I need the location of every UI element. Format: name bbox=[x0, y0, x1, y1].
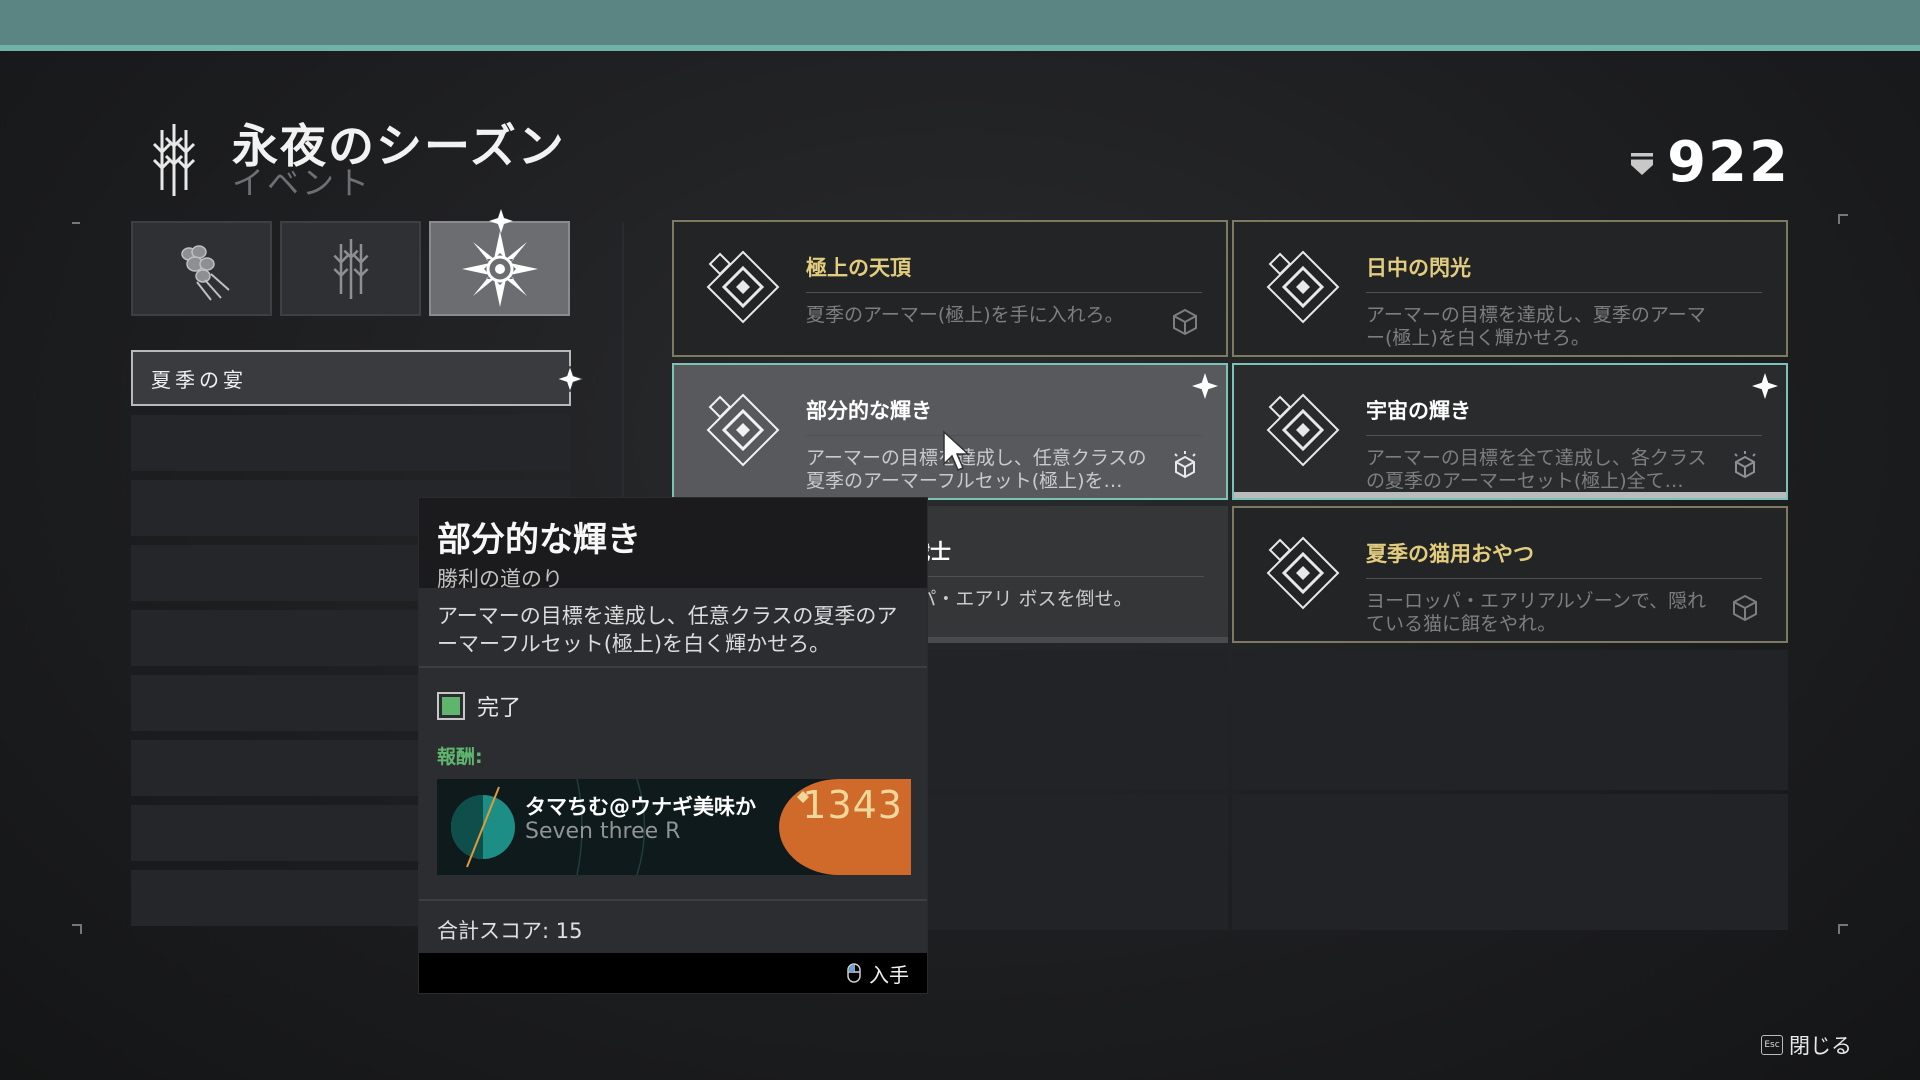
triumph-emblem-icon bbox=[706, 393, 780, 467]
tooltip-description: アーマーの目標を達成し、任意クラスの夏季のアーマーフルセット(極上)を白く輝かせ… bbox=[419, 588, 927, 668]
claim-label: 入手 bbox=[869, 962, 909, 987]
triumph-emblem-icon bbox=[1266, 393, 1340, 467]
empty-slot bbox=[1232, 650, 1788, 790]
category-tabs bbox=[131, 209, 570, 316]
card-divider bbox=[1366, 435, 1762, 436]
objective-label: 完了 bbox=[477, 696, 522, 721]
triumph-emblem-icon bbox=[706, 250, 780, 324]
card-title: 部分的な輝き bbox=[806, 399, 932, 423]
triumph-tooltip: 部分的な輝き 勝利の道のり アーマーの目標を達成し、任意クラスの夏季のアーマーフ… bbox=[418, 497, 928, 994]
reward-score-badge: 1343 bbox=[779, 779, 911, 875]
cube-icon bbox=[1733, 594, 1757, 622]
radiant-cube-icon bbox=[1734, 451, 1756, 479]
tab-solstice[interactable] bbox=[429, 209, 570, 316]
frame-corner bbox=[1838, 214, 1848, 224]
reward-heading: 報酬: bbox=[419, 728, 927, 775]
reward-name: タマちむ@ウナギ美味か bbox=[525, 795, 756, 819]
top-banner bbox=[0, 0, 1920, 45]
card-title: 日中の閃光 bbox=[1366, 256, 1471, 280]
empty-slot bbox=[1232, 794, 1788, 930]
triumph-card-summer-cat-treat[interactable]: 夏季の猫用おやつ ヨーロッパ・エアリアルゾーンで、隠れている猫に餌をやれ。 bbox=[1232, 506, 1788, 643]
mouse-cursor-icon bbox=[943, 430, 970, 471]
card-description: アーマーの目標を達成し、任意クラスの夏季のアーマーフルセット(極上)を… bbox=[806, 447, 1147, 492]
frame-corner bbox=[72, 924, 82, 934]
card-description: ヨーロッパ・エアリアルゾーンで、隠れている猫に餌をやれ。 bbox=[1366, 590, 1707, 635]
triumph-emblem-icon bbox=[1266, 536, 1340, 610]
list-item[interactable] bbox=[131, 415, 571, 471]
radiant-cube-icon bbox=[1174, 451, 1196, 479]
frame-corner bbox=[1838, 924, 1848, 934]
solstice-star-icon bbox=[461, 230, 538, 307]
esc-key-icon: Esc bbox=[1761, 1035, 1783, 1055]
cube-icon bbox=[1173, 308, 1197, 336]
tooltip-header: 部分的な輝き 勝利の道のり bbox=[419, 498, 927, 591]
card-description: アーマーの目標を全て達成し、各クラスの夏季のアーマーセット(極上)全て… bbox=[1366, 447, 1707, 492]
card-divider bbox=[806, 292, 1202, 293]
card-title: 宇宙の輝き bbox=[1366, 399, 1471, 423]
list-item-summer-feast[interactable]: 夏季の宴 bbox=[131, 350, 583, 406]
claw-emblem-icon bbox=[180, 244, 230, 301]
tab-season[interactable] bbox=[280, 221, 421, 316]
currency-value: 922 bbox=[1667, 130, 1790, 195]
card-title: 夏季の猫用おやつ bbox=[1366, 542, 1534, 566]
card-progress-bar bbox=[1234, 492, 1786, 498]
triumph-card-midday-flash[interactable]: 日中の閃光 アーマーの目標を達成し、夏季のアーマー(極上)を白く輝かせろ。 bbox=[1232, 220, 1788, 357]
reward-subtitle: Seven three R bbox=[525, 819, 681, 844]
close-button[interactable]: Esc 閉じる bbox=[1761, 1030, 1852, 1060]
claim-action[interactable]: 入手 bbox=[419, 953, 927, 993]
card-divider bbox=[1366, 578, 1762, 579]
bright-dust-icon bbox=[1631, 152, 1654, 175]
close-label: 閉じる bbox=[1789, 1034, 1852, 1058]
reward-emblem-banner: タマちむ@ウナギ美味か Seven three R 1343 bbox=[437, 779, 911, 875]
card-description: アーマーの目標を達成し、夏季のアーマー(極上)を白く輝かせろ。 bbox=[1366, 304, 1706, 349]
tab-claw[interactable] bbox=[131, 221, 272, 316]
pin-diamond-icon bbox=[489, 209, 513, 233]
card-divider bbox=[806, 435, 1202, 436]
tooltip-title: 部分的な輝き bbox=[437, 520, 641, 560]
tooltip-total-score: 合計スコア: 15 bbox=[419, 899, 927, 953]
pin-diamond-icon bbox=[557, 366, 583, 392]
season-glyph-icon bbox=[152, 124, 196, 196]
triumph-card-pinnacle-zenith[interactable]: 極上の天頂 夏季のアーマー(極上)を手に入れろ。 bbox=[672, 220, 1228, 357]
top-banner-accent bbox=[0, 45, 1920, 51]
triumph-card-cosmic-radiance[interactable]: 宇宙の輝き アーマーの目標を全て達成し、各クラスの夏季のアーマーセット(極上)全… bbox=[1232, 363, 1788, 500]
currency-display: 922 bbox=[1629, 130, 1790, 195]
season-glyph-icon bbox=[332, 238, 369, 299]
list-item-label: 夏季の宴 bbox=[151, 367, 247, 392]
mouse-click-icon bbox=[847, 963, 861, 983]
pin-diamond-icon bbox=[1192, 373, 1218, 399]
page-subtitle: イベント bbox=[232, 164, 373, 202]
tooltip-objective: 完了 bbox=[419, 668, 927, 728]
card-divider bbox=[1366, 292, 1762, 293]
pin-diamond-icon bbox=[1752, 373, 1778, 399]
card-description: 夏季のアーマー(極上)を手に入れろ。 bbox=[806, 304, 1124, 326]
frame-corner bbox=[72, 214, 80, 224]
reward-score: 1343 bbox=[802, 783, 903, 827]
card-title: 極上の天頂 bbox=[806, 256, 911, 280]
objective-checkbox bbox=[437, 692, 465, 720]
triumph-emblem-icon bbox=[1266, 250, 1340, 324]
